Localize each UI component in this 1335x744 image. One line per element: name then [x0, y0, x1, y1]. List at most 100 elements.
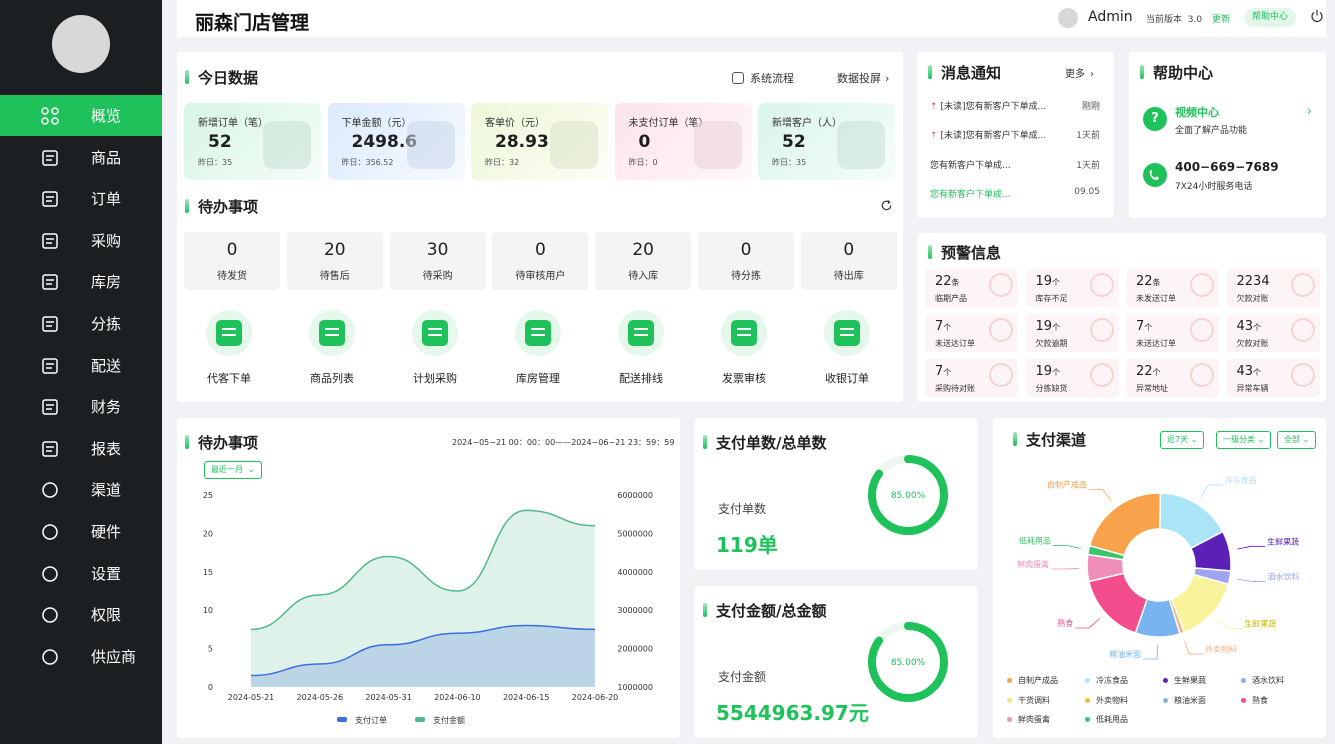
pay-amount-title: 支付金额/总金额 [703, 600, 826, 621]
quick-action[interactable]: 配送排线 [601, 310, 681, 386]
todo-item[interactable]: 0 待发货 [184, 232, 280, 290]
sidebar-item-2[interactable]: 订单 [0, 178, 162, 219]
store-icon [206, 310, 252, 356]
warning-item[interactable]: 22个 异常地址 [1126, 359, 1219, 397]
sidebar-item-3[interactable]: 采购 [0, 220, 162, 261]
kpi-card[interactable]: 客单价（元） 28.93 昨日：32 [471, 103, 608, 180]
pie-slice[interactable] [1088, 492, 1162, 557]
quick-action[interactable]: 代客下单 [189, 310, 269, 386]
warning-item[interactable]: 7个 采购待对账 [925, 359, 1018, 397]
sidebar-item-0[interactable]: 概览 [0, 95, 162, 136]
channel-legend-item[interactable]: 鲜肉蛋禽 [1007, 714, 1050, 725]
warning-item[interactable]: 7个 未送达订单 [925, 314, 1018, 352]
sidebar-item-1[interactable]: 商品 [0, 137, 162, 178]
todo-item[interactable]: 20 待售后 [286, 232, 383, 290]
alert-icon [1290, 363, 1315, 387]
warning-item[interactable]: 19个 欠款逾期 [1025, 314, 1119, 352]
pay-amount-percent: 85.00% [891, 658, 926, 668]
sidebar-item-13[interactable]: 供应商 [0, 636, 162, 677]
power-icon[interactable] [1310, 9, 1324, 23]
warning-item[interactable]: 43个 异常车辆 [1226, 359, 1320, 397]
warning-item[interactable]: 22条 未发送订单 [1126, 269, 1219, 307]
todo-item[interactable]: 0 待审核用户 [492, 232, 589, 290]
warning-item[interactable]: 43个 欠款对账 [1226, 314, 1320, 352]
warning-item[interactable]: 7个 未送达订单 [1126, 314, 1219, 352]
unread-flag-icon: ⇡ [930, 102, 938, 112]
refresh-icon[interactable] [880, 199, 893, 212]
hotline-number[interactable]: 400−669−7689 [1175, 160, 1279, 174]
sidebar-item-6[interactable]: 配送 [0, 345, 162, 386]
sidebar-item-11[interactable]: 设置 [0, 553, 162, 594]
quick-action[interactable]: 计划采购 [395, 310, 475, 386]
message-item[interactable]: 您有新客户下单成... 1天前 [930, 158, 1100, 171]
channel-legend-item[interactable]: 干货调料 [1007, 695, 1050, 706]
kpi-card[interactable]: 新增订单（笔） 52 昨日：35 [184, 103, 321, 180]
channel-legend-item[interactable]: 熟食 [1241, 695, 1268, 706]
channel-legend-item[interactable]: 粮油米面 [1163, 695, 1206, 706]
alert-icon [989, 363, 1013, 387]
legend-dot [1241, 678, 1246, 683]
kpi-yesterday: 昨日：0 [628, 158, 658, 167]
todo-item[interactable]: 20 待入库 [595, 232, 692, 290]
warning-value: 19个 [1035, 274, 1061, 289]
legend-label[interactable]: 支付订单 [355, 715, 387, 725]
warning-item[interactable]: 19个 分拣缺货 [1025, 359, 1119, 397]
data-screen-link[interactable]: 数据投屏 › [837, 70, 889, 86]
message-item[interactable]: ⇡ [未读]您有新客户下单成... 1天前 [930, 128, 1100, 141]
sidebar-item-10[interactable]: 硬件 [0, 511, 162, 552]
message-item[interactable]: 您有新客户下单成... 09.05 [930, 187, 1100, 200]
sidebar-item-9[interactable]: 渠道 [0, 469, 162, 510]
warning-item[interactable]: 2234 欠款对账 [1226, 269, 1320, 307]
message-item[interactable]: ⇡ [未读]您有新客户下单成... 刚刚 [930, 99, 1100, 112]
more-link[interactable]: 更多 › [1065, 65, 1094, 80]
today-title: 今日数据 [185, 67, 258, 88]
quick-action[interactable]: 发票审核 [704, 310, 784, 386]
phone-icon [1143, 163, 1167, 187]
channel-legend-item[interactable]: 冷冻食品 [1085, 675, 1128, 686]
channel-legend-item[interactable]: 低耗用品 [1085, 714, 1128, 725]
y2-tick-label: 2000000 [617, 645, 653, 654]
todo-item[interactable]: 30 待采购 [389, 232, 486, 290]
category-select[interactable]: 一级分类 ⌄ [1216, 431, 1272, 449]
user-avatar[interactable] [1058, 8, 1078, 28]
legend-label[interactable]: 支付金额 [433, 715, 465, 725]
todo-item[interactable]: 0 待分拣 [698, 232, 794, 290]
x-tick-label: 2024-06-15 [503, 693, 550, 702]
sidebar-item-7[interactable]: 财务 [0, 386, 162, 427]
kpi-card[interactable]: 未支付订单（笔） 0 昨日：0 [614, 103, 752, 180]
channel-legend-item[interactable]: 生鲜果蔬 [1163, 675, 1206, 686]
todo-label: 待审核用户 [515, 271, 566, 282]
date-range[interactable]: 2024−05−21 00：00：00——2024−06−21 23：59：59 [452, 437, 674, 448]
help-center-button[interactable]: 帮助中心 [1244, 8, 1296, 27]
quick-action[interactable]: 商品列表 [292, 310, 372, 386]
channel-legend-item[interactable]: 外卖物料 [1085, 695, 1128, 706]
avatar[interactable] [52, 15, 110, 73]
sidebar-item-5[interactable]: 分拣 [0, 303, 162, 344]
warnings-title: 预警信息 [928, 242, 1001, 263]
warning-label: 临期产品 [935, 294, 967, 303]
pie-leader [1217, 618, 1243, 629]
user-name[interactable]: Admin [1088, 9, 1133, 25]
warning-item[interactable]: 19个 库存不足 [1025, 269, 1119, 307]
period-select[interactable]: 最近一月 ⌄ [204, 461, 262, 479]
quick-action[interactable]: 库房管理 [498, 310, 578, 386]
quick-action[interactable]: 收银订单 [807, 310, 887, 386]
sidebar-item-4[interactable]: 库房 [0, 261, 162, 302]
system-flow-link[interactable]: 系统流程 [732, 70, 794, 86]
legend-dot [1085, 678, 1090, 683]
chevron-right-icon[interactable]: › [1307, 104, 1312, 118]
pie-slice[interactable] [1088, 572, 1149, 634]
sidebar-item-12[interactable]: 权限 [0, 594, 162, 635]
update-link[interactable]: 更新 [1212, 12, 1230, 25]
sidebar-item-8[interactable]: 报表 [0, 428, 162, 469]
channel-legend-item[interactable]: 自制产成品 [1007, 675, 1058, 686]
video-center-link[interactable]: 视频中心 [1175, 104, 1219, 120]
kpi-card[interactable]: 新增客户（人） 52 昨日：35 [758, 103, 895, 180]
scope-select[interactable]: 全部 ⌄ [1277, 431, 1317, 449]
channel-legend-item[interactable]: 酒水饮料 [1241, 675, 1284, 686]
kpi-card[interactable]: 下单金额（元） 2498.6 昨日：356.52 [327, 103, 465, 180]
todo-item[interactable]: 0 待出库 [800, 232, 897, 290]
warning-item[interactable]: 22条 临期产品 [925, 269, 1018, 307]
sidebar-item-label: 设置 [91, 564, 122, 583]
range-select[interactable]: 近7天 ⌄ [1160, 431, 1205, 449]
